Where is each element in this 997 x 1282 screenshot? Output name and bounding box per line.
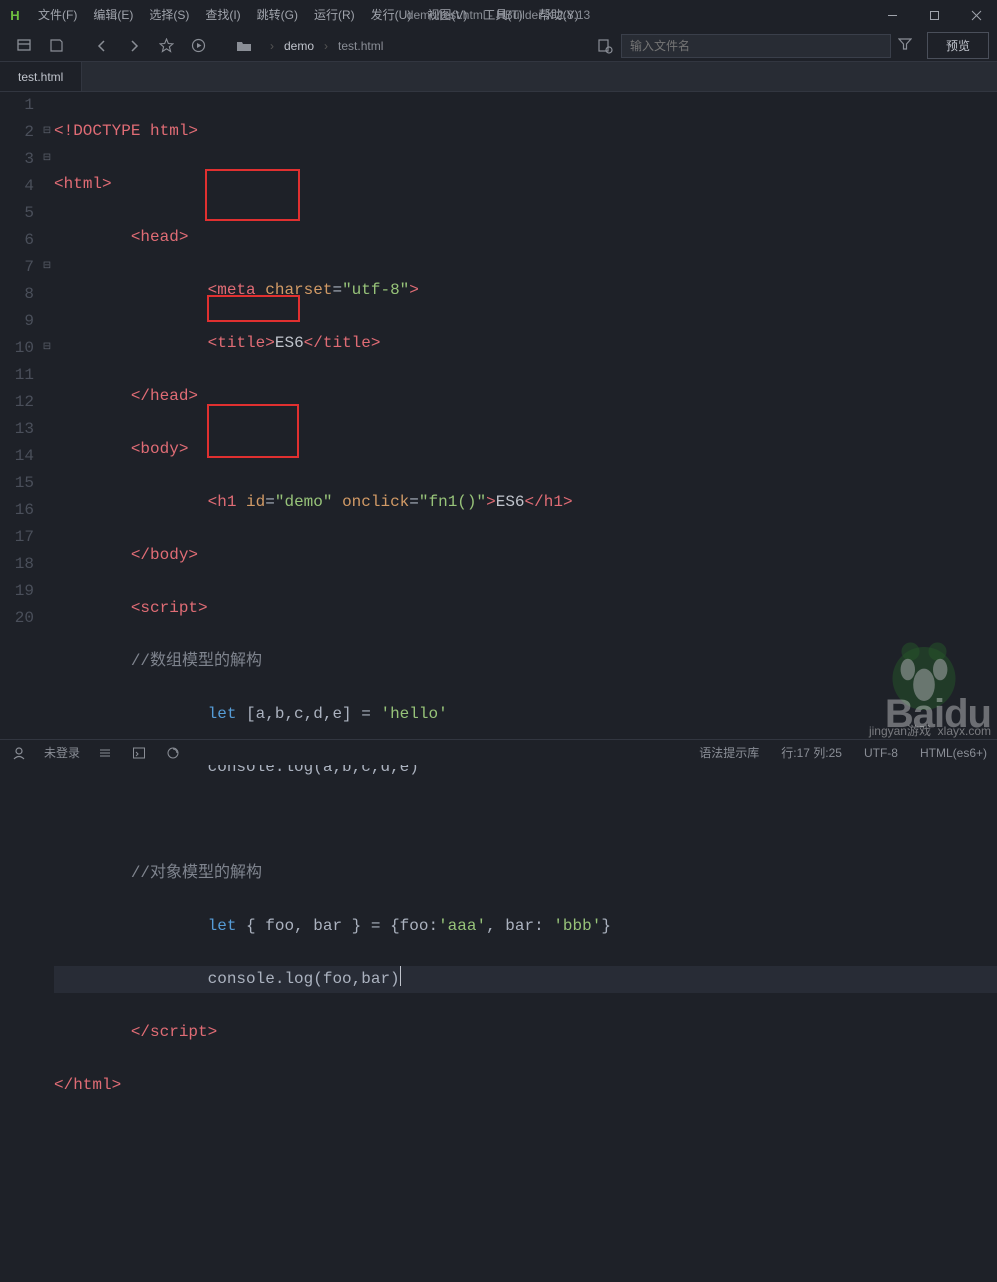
fold-gutter[interactable]: ⊟⊟⊟⊟ — [40, 92, 54, 1282]
code-editor[interactable]: 12345 678910 1112131415 1617181920 ⊟⊟⊟⊟ … — [0, 92, 997, 1282]
terminal-icon[interactable] — [130, 744, 148, 762]
line-numbers: 12345 678910 1112131415 1617181920 — [0, 92, 40, 1282]
menu-goto[interactable]: 跳转(G) — [249, 0, 306, 30]
sync-icon[interactable] — [164, 744, 182, 762]
status-bar: 未登录 语法提示库 行:17 列:25 UTF-8 HTML(es6+) — [0, 739, 997, 765]
menu-view[interactable]: 视图(V) — [419, 0, 475, 30]
menu-help[interactable]: 帮助(Y) — [531, 0, 587, 30]
code-body[interactable]: <!DOCTYPE html> <html> <head> <meta char… — [54, 92, 997, 1282]
explorer-icon[interactable] — [12, 34, 36, 58]
win-max-button[interactable] — [913, 0, 955, 30]
toolbar: › demo › test.html 预览 — [0, 30, 997, 62]
language-mode[interactable]: HTML(es6+) — [920, 746, 987, 760]
text-cursor — [400, 966, 401, 986]
breadcrumb: › demo › test.html — [228, 34, 383, 58]
login-status[interactable]: 未登录 — [44, 744, 80, 761]
crumb-file[interactable]: test.html — [338, 39, 383, 53]
win-close-button[interactable] — [955, 0, 997, 30]
file-search[interactable] — [589, 34, 919, 58]
search-scope-icon[interactable] — [589, 38, 621, 54]
search-input[interactable] — [621, 34, 891, 58]
filter-icon[interactable] — [891, 37, 919, 54]
save-icon[interactable] — [44, 34, 68, 58]
crumb-root[interactable]: demo — [284, 39, 314, 53]
cursor-position: 行:17 列:25 — [781, 744, 842, 761]
app-logo-icon: H — [0, 8, 30, 23]
nav-back-icon[interactable] — [90, 34, 114, 58]
menu-run[interactable]: 运行(R) — [306, 0, 363, 30]
menu-publish[interactable]: 发行(U) — [363, 0, 420, 30]
menu-find[interactable]: 查找(I) — [197, 0, 248, 30]
menu-tools[interactable]: 工具(T) — [475, 0, 530, 30]
list-icon[interactable] — [96, 744, 114, 762]
win-min-button[interactable] — [871, 0, 913, 30]
user-icon[interactable] — [10, 744, 28, 762]
preview-button[interactable]: 预览 — [927, 32, 989, 59]
file-tab[interactable]: test.html — [0, 62, 82, 91]
titlebar: H 文件(F) 编辑(E) 选择(S) 查找(I) 跳转(G) 运行(R) 发行… — [0, 0, 997, 30]
encoding[interactable]: UTF-8 — [864, 746, 898, 760]
nav-fwd-icon[interactable] — [122, 34, 146, 58]
play-icon[interactable] — [186, 34, 210, 58]
folder-icon — [232, 34, 256, 58]
menu-file[interactable]: 文件(F) — [30, 0, 85, 30]
menu-select[interactable]: 选择(S) — [141, 0, 197, 30]
star-icon[interactable] — [154, 34, 178, 58]
tab-bar: test.html — [0, 62, 997, 92]
syntax-hint[interactable]: 语法提示库 — [699, 744, 759, 761]
menu-edit[interactable]: 编辑(E) — [85, 0, 141, 30]
menu-bar: 文件(F) 编辑(E) 选择(S) 查找(I) 跳转(G) 运行(R) 发行(U… — [30, 0, 587, 30]
